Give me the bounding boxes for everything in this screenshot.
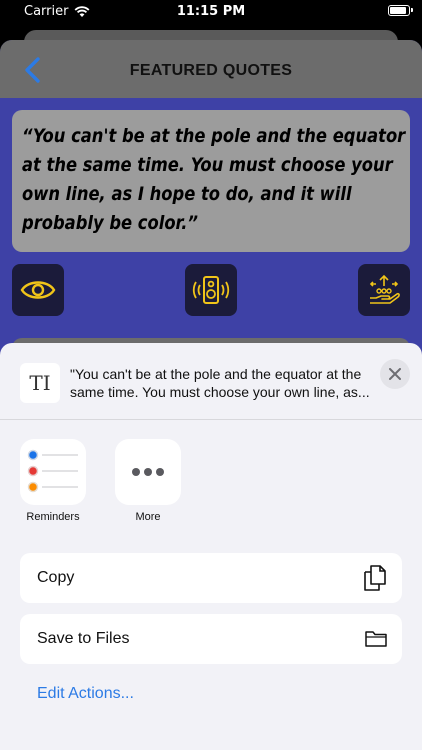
- speaker-icon: [192, 276, 230, 304]
- edit-actions-link[interactable]: Edit Actions...: [37, 685, 134, 703]
- battery-icon: [388, 5, 413, 16]
- more-label: More: [135, 511, 161, 523]
- status-time: 11:15 PM: [176, 4, 246, 19]
- more-icon: [132, 468, 164, 476]
- share-hand-icon: [369, 274, 400, 304]
- close-button[interactable]: [380, 359, 410, 389]
- copy-icon: [364, 565, 386, 591]
- save-to-files-label: Save to Files: [37, 630, 130, 647]
- quote-card: “You can't be at the pole and the equato…: [12, 110, 410, 252]
- save-to-files-action[interactable]: Save to Files: [20, 614, 402, 664]
- reminders-label: Reminders: [26, 511, 80, 523]
- share-hand-button[interactable]: [358, 264, 410, 316]
- share-sheet: TI "You can't be at the pole and the equ…: [0, 343, 422, 750]
- speaker-button[interactable]: [185, 264, 237, 316]
- close-icon: [389, 368, 401, 380]
- status-bar: Carrier 11:15 PM: [0, 0, 422, 24]
- more-apps-button[interactable]: [115, 439, 181, 505]
- eye-button[interactable]: [12, 264, 64, 316]
- app-header: FEATURED QUOTES: [0, 40, 422, 98]
- reminders-app-button[interactable]: [20, 439, 86, 505]
- copy-action[interactable]: Copy: [20, 553, 402, 603]
- folder-icon: [365, 631, 387, 647]
- share-header: TI "You can't be at the pole and the equ…: [0, 343, 422, 420]
- page-title: FEATURED QUOTES: [129, 62, 293, 79]
- copy-label: Copy: [37, 569, 75, 586]
- quote-text: “You can't be at the pole and the equato…: [22, 125, 406, 234]
- text-preview-icon: TI: [20, 363, 60, 403]
- reminders-icon: [27, 449, 78, 493]
- eye-icon: [20, 281, 56, 299]
- share-preview-text: "You can't be at the pole and the equato…: [70, 366, 370, 400]
